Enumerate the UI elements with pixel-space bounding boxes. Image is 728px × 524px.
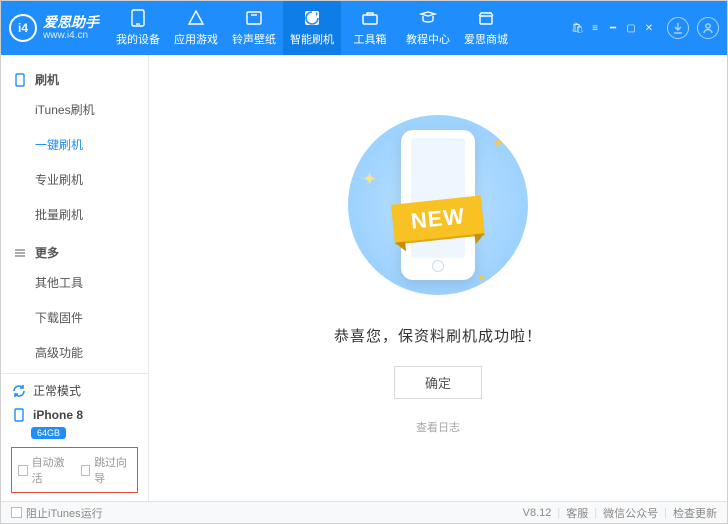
device-icon — [11, 407, 27, 423]
download-button[interactable] — [667, 17, 689, 39]
device-block[interactable]: iPhone 8 64GB — [11, 407, 138, 439]
bottom-options: 自动激活 跳过向导 — [11, 447, 138, 493]
group-more: 更多 其他工具 下载固件 高级功能 — [1, 232, 148, 370]
tab-flash[interactable]: 智能刷机 — [283, 1, 341, 55]
sidebar-item-pro-flash[interactable]: 专业刷机 — [1, 162, 148, 197]
wechat-link[interactable]: 微信公众号 — [603, 505, 658, 521]
main-area: 刷机 iTunes刷机 一键刷机 专业刷机 批量刷机 更多 其他工具 下载固件 … — [1, 55, 727, 501]
ctrl-max-icon[interactable]: ▢ — [625, 23, 637, 34]
sparkle-icon: ✦ — [476, 271, 486, 285]
window-controls: 🛍 ≡ ━ ▢ ✕ — [571, 17, 719, 39]
phone-icon — [13, 73, 27, 87]
tab-label: 铃声壁纸 — [232, 31, 276, 47]
version-label: V8.12 — [523, 507, 552, 519]
sidebar-item-oneclick-flash[interactable]: 一键刷机 — [1, 127, 148, 162]
footer: 阻止iTunes运行 V8.12 | 客服 | 微信公众号 | 检查更新 — [1, 501, 727, 523]
ctrl-cart-icon[interactable]: 🛍 — [571, 23, 583, 34]
tab-toolbox[interactable]: 工具箱 — [341, 1, 399, 55]
content: ✦ ✦ ✦ NEW 恭喜您，保资料刷机成功啦！ 确定 查看日志 — [149, 55, 727, 501]
tab-tutorial[interactable]: 教程中心 — [399, 1, 457, 55]
device-icon — [128, 9, 148, 27]
ctrl-menu-icon[interactable]: ≡ — [589, 23, 601, 34]
brand-block: i4 爱思助手 www.i4.cn — [9, 14, 99, 42]
success-message: 恭喜您，保资料刷机成功啦！ — [334, 325, 542, 346]
skip-guide-checkbox[interactable]: 跳过向导 — [81, 454, 132, 486]
mode-label: 正常模式 — [33, 382, 81, 399]
refresh-icon — [11, 383, 27, 399]
flash-icon — [302, 9, 322, 27]
apps-icon — [186, 9, 206, 27]
sidebar-item-download-fw[interactable]: 下载固件 — [1, 300, 148, 335]
mode-row[interactable]: 正常模式 — [11, 382, 138, 399]
sparkle-icon: ✦ — [362, 169, 377, 190]
more-icon — [13, 247, 27, 259]
tab-ringtone[interactable]: 铃声壁纸 — [225, 1, 283, 55]
confirm-button[interactable]: 确定 — [394, 366, 482, 399]
sidebar-item-other-tools[interactable]: 其他工具 — [1, 265, 148, 300]
service-link[interactable]: 客服 — [566, 505, 588, 521]
block-itunes-checkbox[interactable]: 阻止iTunes运行 — [11, 505, 103, 521]
ctrl-min-icon[interactable]: ━ — [607, 23, 619, 34]
tutorial-icon — [418, 9, 438, 27]
update-link[interactable]: 检查更新 — [673, 505, 717, 521]
topbar: i4 爱思助手 www.i4.cn 我的设备 应用游戏 铃声壁纸 智能刷机 工具… — [1, 1, 727, 55]
wallpaper-icon — [244, 9, 264, 27]
success-illustration: ✦ ✦ ✦ NEW — [328, 105, 548, 305]
device-name: iPhone 8 — [33, 408, 83, 422]
ctrl-close-icon[interactable]: ✕ — [643, 23, 655, 34]
tab-apps[interactable]: 应用游戏 — [167, 1, 225, 55]
logo-icon: i4 — [9, 14, 37, 42]
brand-name: 爱思助手 — [43, 15, 99, 30]
tab-label: 应用游戏 — [174, 31, 218, 47]
tab-label: 我的设备 — [116, 31, 160, 47]
account-button[interactable] — [697, 17, 719, 39]
top-tabs: 我的设备 应用游戏 铃声壁纸 智能刷机 工具箱 教程中心 爱思商城 — [109, 1, 515, 55]
view-log-link[interactable]: 查看日志 — [416, 419, 460, 435]
group-flash: 刷机 iTunes刷机 一键刷机 专业刷机 批量刷机 — [1, 59, 148, 232]
sidebar-item-advanced[interactable]: 高级功能 — [1, 335, 148, 370]
storage-badge: 64GB — [31, 427, 66, 439]
sidebar: 刷机 iTunes刷机 一键刷机 专业刷机 批量刷机 更多 其他工具 下载固件 … — [1, 55, 149, 501]
tab-store[interactable]: 爱思商城 — [457, 1, 515, 55]
group-title: 刷机 — [35, 71, 59, 88]
toolbox-icon — [360, 9, 380, 27]
brand-site: www.i4.cn — [43, 30, 99, 41]
auto-activate-checkbox[interactable]: 自动激活 — [18, 454, 69, 486]
tab-label: 智能刷机 — [290, 31, 334, 47]
device-panel: 正常模式 iPhone 8 64GB 自动激活 跳过向导 — [1, 373, 148, 501]
sparkle-icon: ✦ — [492, 135, 504, 152]
sidebar-item-itunes-flash[interactable]: iTunes刷机 — [1, 92, 148, 127]
tab-my-device[interactable]: 我的设备 — [109, 1, 167, 55]
tab-label: 教程中心 — [406, 31, 450, 47]
store-icon — [476, 9, 496, 27]
tab-label: 爱思商城 — [464, 31, 508, 47]
tab-label: 工具箱 — [354, 31, 387, 47]
group-title: 更多 — [35, 244, 59, 261]
sidebar-item-batch-flash[interactable]: 批量刷机 — [1, 197, 148, 232]
